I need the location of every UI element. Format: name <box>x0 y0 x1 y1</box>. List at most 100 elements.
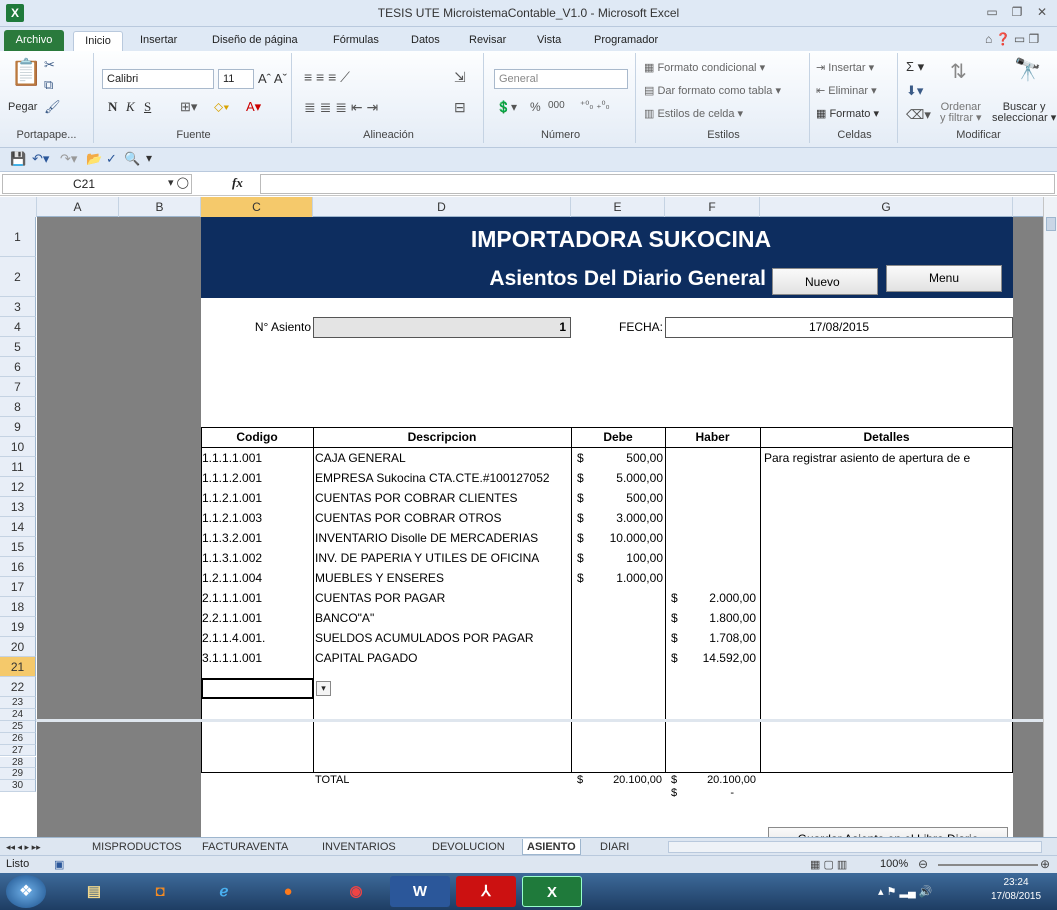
bold-button[interactable]: N <box>108 99 117 115</box>
entry-codigo[interactable]: 2.2.1.1.001 <box>202 611 312 625</box>
open-icon[interactable]: 📂 <box>86 151 102 167</box>
borders-icon[interactable]: ⊞▾ <box>180 99 197 115</box>
entry-haber-currency[interactable]: $ <box>671 631 681 645</box>
entry-descripcion[interactable]: INV. DE PAPERIA Y UTILES DE OFICINA <box>315 551 569 565</box>
clock-date[interactable]: 17/08/2015 <box>984 891 1048 902</box>
tab-formulas[interactable]: Fórmulas <box>327 31 385 51</box>
font-color-icon[interactable]: A▾ <box>246 99 261 115</box>
menu-button[interactable]: Menu <box>886 265 1002 292</box>
tab-inicio[interactable]: Inicio <box>73 31 123 51</box>
row-header[interactable]: 24 <box>0 708 36 721</box>
clock-time[interactable]: 23:24 <box>984 877 1048 888</box>
row-header[interactable]: 23 <box>0 697 36 709</box>
save-icon[interactable]: 💾 <box>10 151 26 167</box>
paste-button[interactable]: Pegar <box>8 101 37 113</box>
number-format-select[interactable]: General <box>494 69 628 89</box>
entry-debe[interactable]: 1.000,00 <box>590 571 663 585</box>
entry-debe-currency[interactable]: $ <box>577 551 587 565</box>
column-header-b[interactable]: B <box>119 197 201 217</box>
validation-dropdown-icon[interactable]: ▾ <box>316 681 331 696</box>
entry-debe[interactable]: 500,00 <box>590 451 663 465</box>
macro-record-icon[interactable]: ▣ <box>54 858 64 871</box>
row-header[interactable]: 1 <box>0 217 36 257</box>
row-header[interactable]: 14 <box>0 517 36 537</box>
format-painter-icon[interactable]: 🖌 <box>44 99 61 115</box>
start-button-icon[interactable]: ❖ <box>6 875 46 908</box>
row-header[interactable]: 30 <box>0 780 36 793</box>
entry-descripcion[interactable]: BANCO"A" <box>315 611 569 625</box>
entry-codigo[interactable]: 3.1.1.1.001 <box>202 651 312 665</box>
vertical-scrollbar[interactable] <box>1043 197 1057 837</box>
row-header[interactable]: 28 <box>0 756 36 769</box>
entry-descripcion[interactable]: MUEBLES Y ENSERES <box>315 571 569 585</box>
conditional-format-button[interactable]: ▦ Formato condicional ▾ <box>644 61 765 74</box>
name-box[interactable]: C21 <box>2 174 192 194</box>
entry-codigo[interactable]: 1.1.3.1.002 <box>202 551 312 565</box>
entry-codigo[interactable]: 1.1.3.2.001 <box>202 531 312 545</box>
tab-diseno-pagina[interactable]: Diseño de página <box>206 31 304 51</box>
row-header[interactable]: 7 <box>0 377 36 397</box>
entry-descripcion[interactable]: CAJA GENERAL <box>315 451 569 465</box>
row-header[interactable]: 12 <box>0 477 36 497</box>
entry-descripcion[interactable]: CAPITAL PAGADO <box>315 651 569 665</box>
autosum-icon[interactable]: Σ ▾ <box>906 59 924 75</box>
worksheet-grid[interactable]: IMPORTADORA SUKOCINA Asientos Del Diario… <box>0 217 1043 851</box>
entry-debe[interactable]: 5.000,00 <box>590 471 663 485</box>
column-header-f[interactable]: F <box>665 197 760 217</box>
cell-styles-button[interactable]: ▥ Estilos de celda ▾ <box>644 107 743 120</box>
insert-function-icon[interactable]: fx <box>232 175 243 191</box>
entry-codigo[interactable]: 2.1.1.4.001. <box>202 631 312 645</box>
entry-debe[interactable]: 10.000,00 <box>590 531 663 545</box>
ie-icon[interactable]: ℯ <box>194 876 254 907</box>
sheet-tab-misproductos[interactable]: MISPRODUCTOS <box>88 839 186 855</box>
entry-debe-currency[interactable]: $ <box>577 471 587 485</box>
align-top-icon[interactable]: ≡ ≡ ≡ ⟋ <box>304 69 350 86</box>
delete-cells-button[interactable]: ⇤ Eliminar ▾ <box>816 84 877 97</box>
row-header[interactable]: 6 <box>0 357 36 377</box>
currency-icon[interactable]: 💲▾ <box>496 100 517 114</box>
entry-descripcion[interactable]: EMPRESA Sukocina CTA.CTE.#100127052 <box>315 471 569 485</box>
row-header[interactable]: 5 <box>0 337 36 357</box>
zoom-in-icon[interactable]: ⊕ <box>1040 857 1050 871</box>
sheet-tab-devolucion[interactable]: DEVOLUCION <box>428 839 509 855</box>
scroll-thumb[interactable] <box>1046 217 1056 231</box>
entry-descripcion[interactable]: INVENTARIO Disolle DE MERCADERIAS <box>315 531 569 545</box>
entry-debe-currency[interactable]: $ <box>577 511 587 525</box>
paste-icon[interactable]: 📋 <box>10 57 42 88</box>
sort-filter-icon[interactable]: ⇅ <box>950 59 967 84</box>
redo-icon[interactable]: ↷▾ <box>60 151 77 167</box>
row-header[interactable]: 17 <box>0 577 36 597</box>
row-header[interactable]: 3 <box>0 297 36 317</box>
percent-button[interactable]: % <box>530 100 541 114</box>
tab-archivo[interactable]: Archivo <box>4 30 64 51</box>
row-header[interactable]: 26 <box>0 732 36 745</box>
undo-icon[interactable]: ↶▾ <box>32 151 49 167</box>
horizontal-scrollbar[interactable] <box>668 841 1042 853</box>
entry-debe[interactable]: 3.000,00 <box>590 511 663 525</box>
cut-icon[interactable]: ✂ <box>44 57 55 73</box>
row-header[interactable]: 21 <box>0 657 36 677</box>
font-name-select[interactable]: Calibri <box>102 69 214 89</box>
row-header[interactable]: 20 <box>0 637 36 657</box>
column-header-d[interactable]: D <box>313 197 571 217</box>
row-header[interactable]: 19 <box>0 617 36 637</box>
format-table-button[interactable]: ▤ Dar formato como tabla ▾ <box>644 84 781 97</box>
row-header[interactable]: 18 <box>0 597 36 617</box>
row-header[interactable]: 22 <box>0 677 36 697</box>
entry-descripcion[interactable]: CUENTAS POR PAGAR <box>315 591 569 605</box>
entry-haber[interactable]: 1.708,00 <box>682 631 756 645</box>
row-header[interactable]: 4 <box>0 317 36 337</box>
name-box-dropdown-icon[interactable]: ▾ ◯ <box>168 176 189 189</box>
column-header-c[interactable]: C <box>201 197 313 217</box>
entry-codigo[interactable]: 1.2.1.1.004 <box>202 571 312 585</box>
excel-taskbar-icon[interactable]: X <box>522 876 582 907</box>
tab-programador[interactable]: Programador <box>588 31 664 51</box>
copy-icon[interactable]: ⧉ <box>44 77 53 93</box>
column-header-g[interactable]: G <box>760 197 1013 217</box>
customize-qat-icon[interactable]: ▾ <box>146 151 152 165</box>
entry-descripcion[interactable]: SUELDOS ACUMULADOS POR PAGAR <box>315 631 569 645</box>
entry-haber[interactable]: 14.592,00 <box>682 651 756 665</box>
entry-codigo[interactable]: 1.1.1.1.001 <box>202 451 312 465</box>
sheet-tab-asiento[interactable]: ASIENTO <box>522 839 581 855</box>
row-header[interactable]: 10 <box>0 437 36 457</box>
